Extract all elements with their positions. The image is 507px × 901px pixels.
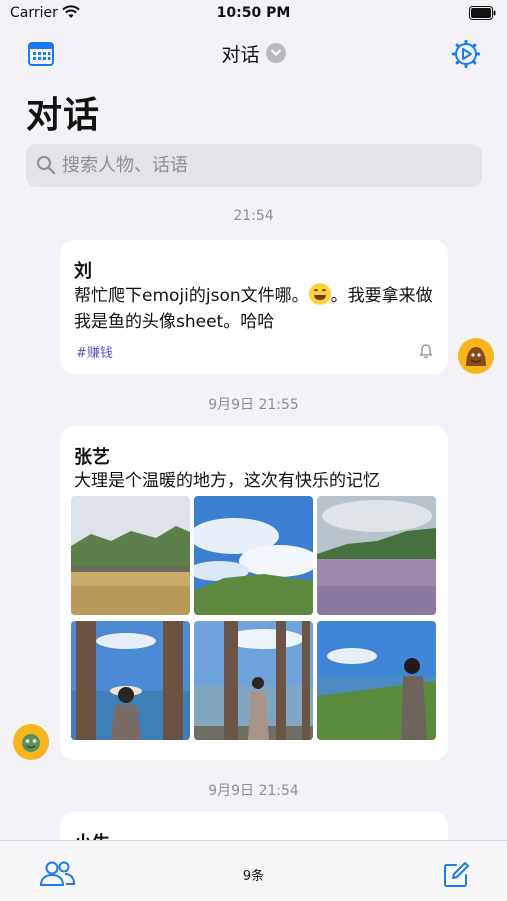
photo-thumbnail[interactable] [317,621,436,740]
status-time: 10:50 PM [216,5,291,21]
timestamp: 9月9日 21:55 [208,397,299,413]
search-icon [37,156,56,175]
message-card[interactable]: 刘 帮忙爬下emoji的json文件哪。 。我要拿来做我是鱼的头像sheet。哈哈… [60,240,448,374]
message-text: 帮忙爬下emoji的json文件哪。 。我要拿来做我是鱼的头像sheet。哈哈 [74,283,436,335]
timestamp: 9月9日 21:54 [208,783,299,799]
bottom-toolbar: 9条 [0,840,507,901]
photo-thumbnail[interactable] [317,496,436,615]
message-card[interactable]: 张艺 大理是个温暖的地方，这次有快乐的记忆 [60,426,448,760]
nav-title-dropdown[interactable]: 对话 [0,40,507,67]
compose-icon[interactable] [442,861,470,889]
photo-thumbnail[interactable] [71,621,190,740]
hashtag-link[interactable]: #赚钱 [76,342,113,361]
search-bar[interactable] [26,144,482,187]
avatar[interactable] [13,724,49,760]
photo-thumbnail[interactable] [194,496,313,615]
timestamp: 21:54 [233,208,274,224]
gear-play-icon[interactable] [451,39,481,69]
search-input[interactable] [62,144,462,187]
chevron-down-icon [265,42,286,63]
photo-thumbnail[interactable] [194,621,313,740]
status-bar: Carrier 10:50 PM [0,0,507,28]
sender-name: 刘 [74,261,92,282]
page-title: 对话 [26,95,101,136]
bell-icon[interactable] [418,343,434,359]
photo-grid [71,496,437,741]
item-count: 9条 [242,869,265,884]
message-text: 大理是个温暖的地方，这次有快乐的记忆 [74,471,380,491]
grinning-face-emoji-icon [308,283,331,305]
navigation-bar: 对话 [0,30,507,76]
avatar[interactable] [458,338,494,374]
photo-thumbnail[interactable] [71,496,190,615]
nav-title: 对话 [221,44,260,66]
battery-icon [469,6,496,20]
sender-name: 张艺 [74,447,110,468]
